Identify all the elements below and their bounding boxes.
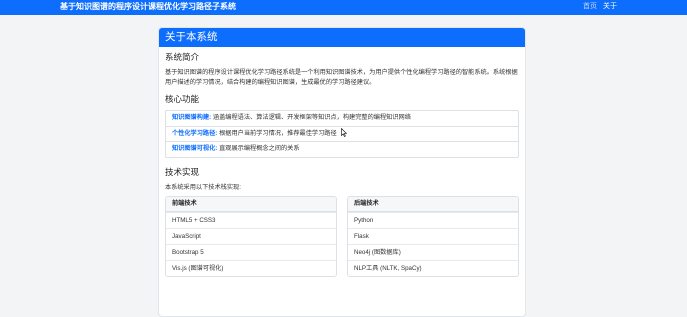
tech-heading: 技术实现 — [165, 166, 200, 177]
frontend-card: 前端技术 HTML5 + CSS3 JavaScript Bootstrap 5… — [165, 195, 337, 277]
list-item: JavaScript — [166, 227, 336, 244]
intro-text: 基于知识图谱的程序设计课程优化学习路径系统是一个利用知识图谱技术，为用户提供个性… — [165, 69, 518, 86]
mouse-cursor-icon — [341, 128, 347, 137]
frontend-title: 前端技术 — [166, 196, 336, 212]
nav-links: 首页 关于 — [583, 1, 617, 13]
feature-desc: 涵盖编程语法、算法逻辑、开发框架等知识点，构建完整的编程知识网络 — [212, 114, 411, 121]
nav-link-about[interactable]: 关于 — [603, 1, 617, 13]
list-item: Flask — [348, 227, 518, 244]
feature-name: 知识图谱可视化: — [172, 145, 218, 152]
list-item: 知识图谱构建: 涵盖编程语法、算法逻辑、开发框架等知识点，构建完整的编程知识网络 — [166, 111, 518, 126]
intro-heading: 系统简介 — [165, 52, 200, 62]
card-title: 关于本系统 — [159, 28, 525, 47]
features-heading: 核心功能 — [165, 94, 200, 104]
list-item: 知识图谱可视化: 直观展示编程概念之间的关系 — [166, 141, 518, 157]
about-card: 关于本系统 系统简介 基于知识图谱的程序设计课程优化学习路径系统是一个利用知识图… — [158, 27, 526, 317]
navbar-brand[interactable]: 基于知识图谱的程序设计课程优化学习路径子系统 — [60, 1, 236, 13]
top-navbar: 基于知识图谱的程序设计课程优化学习路径子系统 首页 关于 — [0, 0, 687, 15]
list-item: Python — [348, 211, 518, 228]
tech-stack-row: 前端技术 HTML5 + CSS3 JavaScript Bootstrap 5… — [165, 195, 519, 277]
backend-card: 后端技术 Python Flask Neo4j (图数据库) NLP工具 (NL… — [347, 195, 519, 277]
list-item: HTML5 + CSS3 — [166, 211, 336, 228]
nav-link-home[interactable]: 首页 — [583, 1, 597, 13]
feature-desc: 根据用户当前学习情况，推荐最佳学习路径 — [219, 129, 337, 137]
feature-name: 个性化学习路径: — [172, 129, 218, 137]
list-item: Neo4j (图数据库) — [348, 243, 518, 260]
list-item: Bootstrap 5 — [166, 243, 336, 260]
card-body: 系统简介 基于知识图谱的程序设计课程优化学习路径系统是一个利用知识图谱技术，为用… — [159, 47, 525, 277]
feature-desc: 直观展示编程概念之间的关系 — [219, 145, 300, 152]
feature-name: 知识图谱构建: — [172, 114, 212, 121]
tech-intro: 本系统采用以下技术栈实现: — [165, 183, 241, 191]
list-item: Vis.js (图谱可视化) — [166, 259, 336, 276]
backend-title: 后端技术 — [348, 196, 518, 212]
list-item: NLP工具 (NLTK, SpaCy) — [348, 259, 518, 276]
